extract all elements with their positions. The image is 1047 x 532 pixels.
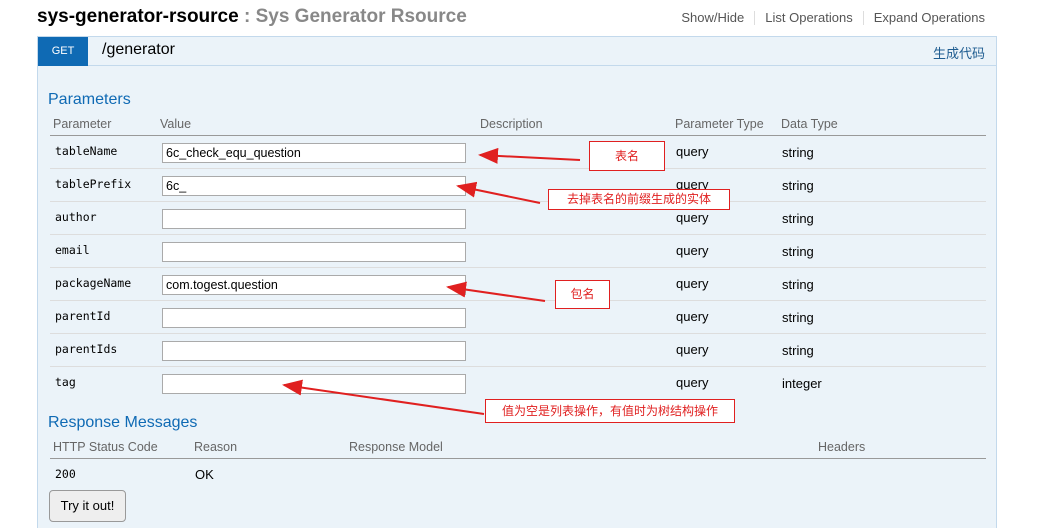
annotation-arrows — [282, 147, 581, 415]
annotation-tag: 值为空是列表操作，有值时为树结构操作 — [485, 399, 735, 423]
arrow-to-tablename — [478, 147, 581, 164]
annotation-table-name: 表名 — [589, 141, 665, 171]
arrow-to-tag — [282, 379, 485, 415]
arrow-to-tableprefix — [456, 181, 541, 204]
arrow-to-packagename — [446, 281, 546, 302]
annotation-table-prefix: 去掉表名的前缀生成的实体 — [548, 189, 730, 210]
annotation-package-name: 包名 — [555, 280, 610, 309]
